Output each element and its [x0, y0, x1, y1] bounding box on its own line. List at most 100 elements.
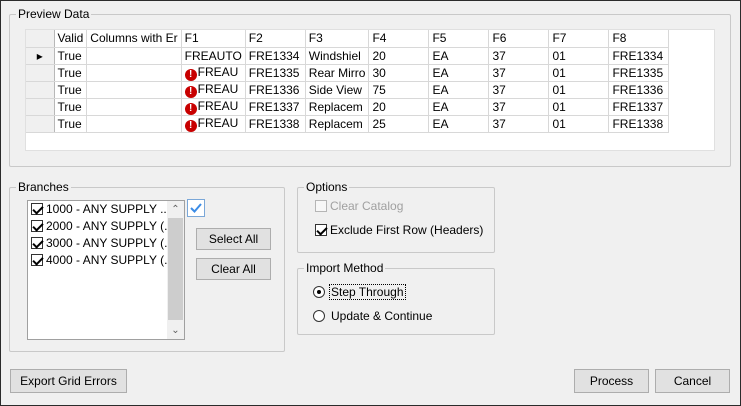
- step-through-radio[interactable]: Step Through: [313, 284, 406, 300]
- table-row[interactable]: True! FREAU FRE1335 Rear Mirro 30 EA 37 01 FRE13…: [26, 64, 670, 82]
- column-header-f3[interactable]: F3: [305, 30, 370, 48]
- table-row[interactable]: True! FREAU FRE1336 Side View 75 EA 37 01 FRE133…: [26, 81, 670, 99]
- cell-f2[interactable]: FRE1335: [245, 64, 306, 82]
- cell-f7[interactable]: 01: [548, 81, 610, 99]
- column-header-f1[interactable]: F1: [181, 30, 246, 48]
- column-header-f7[interactable]: F7: [548, 30, 610, 48]
- cell-f5[interactable]: EA: [428, 115, 490, 133]
- export-grid-errors-button[interactable]: Export Grid Errors: [10, 369, 127, 393]
- cell-f4[interactable]: 20: [368, 98, 430, 116]
- cell-errors[interactable]: [86, 81, 182, 99]
- exclude-first-row-box[interactable]: [315, 224, 327, 236]
- cell-f3[interactable]: Replacem: [305, 98, 370, 116]
- checkmark-icon[interactable]: [187, 199, 205, 217]
- cell-f7[interactable]: 01: [548, 64, 610, 82]
- cell-f5[interactable]: EA: [428, 47, 490, 65]
- cell-f8[interactable]: FRE1334: [608, 47, 670, 65]
- branches-scrollbar[interactable]: ⌃ ⌄: [167, 201, 184, 339]
- cell-f4[interactable]: 30: [368, 64, 430, 82]
- cell-f6[interactable]: 37: [488, 47, 550, 65]
- cell-f8[interactable]: FRE1336: [608, 81, 670, 99]
- cell-f7[interactable]: 01: [548, 47, 610, 65]
- column-header-f8[interactable]: F8: [608, 30, 670, 48]
- cell-f8[interactable]: FRE1338: [608, 115, 670, 133]
- update-continue-radio-dot[interactable]: [313, 310, 325, 322]
- cell-f1[interactable]: FREAUTO: [181, 47, 246, 65]
- cell-valid[interactable]: True: [54, 47, 88, 65]
- cell-f3[interactable]: Windshiel: [305, 47, 370, 65]
- current-row-indicator-icon[interactable]: ▸: [26, 47, 55, 65]
- cell-f8[interactable]: FRE1335: [608, 64, 670, 82]
- process-button[interactable]: Process: [574, 369, 649, 393]
- cell-f6[interactable]: 37: [488, 98, 550, 116]
- cell-valid[interactable]: True: [54, 64, 88, 82]
- cell-f8[interactable]: FRE1337: [608, 98, 670, 116]
- table-row[interactable]: True! FREAU FRE1338 Replacem 25 EA 37 01 FRE1338: [26, 115, 670, 133]
- column-header-f4[interactable]: F4: [368, 30, 430, 48]
- cell-f7[interactable]: 01: [548, 115, 610, 133]
- cell-f4[interactable]: 20: [368, 47, 430, 65]
- cell-f2[interactable]: FRE1336: [245, 81, 306, 99]
- update-continue-radio[interactable]: Update & Continue: [313, 309, 433, 323]
- branch-list-item[interactable]: 3000 - ANY SUPPLY (...: [28, 235, 168, 252]
- cell-f6[interactable]: 37: [488, 64, 550, 82]
- cell-errors[interactable]: [86, 64, 182, 82]
- cell-f1[interactable]: ! FREAU: [181, 98, 246, 116]
- scroll-thumb[interactable]: [168, 218, 183, 320]
- cell-f3[interactable]: Rear Mirro: [305, 64, 370, 82]
- cancel-button[interactable]: Cancel: [655, 369, 730, 393]
- step-through-radio-dot[interactable]: [313, 286, 325, 298]
- cell-f5[interactable]: EA: [428, 98, 490, 116]
- cell-f1[interactable]: ! FREAU: [181, 64, 246, 82]
- cell-f1[interactable]: ! FREAU: [181, 81, 246, 99]
- cell-f5[interactable]: EA: [428, 64, 490, 82]
- cell-f2[interactable]: FRE1337: [245, 98, 306, 116]
- cell-valid[interactable]: True: [54, 81, 88, 99]
- cell-f4[interactable]: 25: [368, 115, 430, 133]
- cell-f2[interactable]: FRE1338: [245, 115, 306, 133]
- column-header-errors[interactable]: Columns with Er: [86, 30, 182, 48]
- scroll-down-arrow-icon[interactable]: ⌄: [167, 322, 184, 339]
- clear-catalog-checkbox[interactable]: Clear Catalog: [315, 199, 403, 213]
- cell-valid[interactable]: True: [54, 98, 88, 116]
- cell-f6[interactable]: 37: [488, 81, 550, 99]
- cell-f6[interactable]: 37: [488, 115, 550, 133]
- branch-checkbox[interactable]: [31, 254, 43, 266]
- select-all-button[interactable]: Select All: [196, 228, 271, 250]
- cell-f1[interactable]: ! FREAU: [181, 115, 246, 133]
- cell-errors[interactable]: [86, 47, 182, 65]
- exclude-first-row-checkbox[interactable]: Exclude First Row (Headers): [315, 223, 483, 237]
- cell-f4[interactable]: 75: [368, 81, 430, 99]
- column-header-valid[interactable]: Valid: [54, 30, 88, 48]
- cell-f5[interactable]: EA: [428, 81, 490, 99]
- row-header-cell[interactable]: [26, 81, 55, 99]
- branch-list-item[interactable]: 1000 - ANY SUPPLY ...: [28, 201, 168, 218]
- table-row[interactable]: ▸ True FREAUTO FRE1334 Windshiel 20 EA 37 01 FRE1…: [26, 47, 670, 65]
- preview-grid[interactable]: Valid Columns with Er F1 F2 F3 F4 F5 F6 …: [25, 29, 715, 151]
- clear-catalog-box[interactable]: [315, 200, 327, 212]
- branch-list-item[interactable]: 2000 - ANY SUPPLY (...: [28, 218, 168, 235]
- table-row[interactable]: True! FREAU FRE1337 Replacem 20 EA 37 01 FRE1337: [26, 98, 670, 116]
- cell-errors[interactable]: [86, 98, 182, 116]
- cell-f2[interactable]: FRE1334: [245, 47, 306, 65]
- cell-f5-text: EA: [432, 82, 449, 97]
- branch-list-item[interactable]: 4000 - ANY SUPPLY (...: [28, 252, 168, 269]
- branch-checkbox[interactable]: [31, 220, 43, 232]
- clear-all-button[interactable]: Clear All: [196, 258, 271, 280]
- grid-corner-cell: [26, 30, 55, 48]
- cell-f7[interactable]: 01: [548, 98, 610, 116]
- column-header-f6[interactable]: F6: [488, 30, 550, 48]
- column-header-f5[interactable]: F5: [428, 30, 490, 48]
- row-header-cell[interactable]: [26, 115, 55, 133]
- branch-checkbox[interactable]: [31, 237, 43, 249]
- branch-checkbox[interactable]: [31, 203, 43, 215]
- cell-f3[interactable]: Replacem: [305, 115, 370, 133]
- cell-errors[interactable]: [86, 115, 182, 133]
- column-header-f2[interactable]: F2: [245, 30, 306, 48]
- scroll-up-arrow-icon[interactable]: ⌃: [167, 201, 184, 218]
- cell-valid[interactable]: True: [54, 115, 88, 133]
- row-header-cell[interactable]: [26, 64, 55, 82]
- branches-listbox[interactable]: 1000 - ANY SUPPLY ... 2000 - ANY SUPPLY (…: [27, 200, 185, 340]
- cell-f3[interactable]: Side View: [305, 81, 370, 99]
- row-header-cell[interactable]: [26, 98, 55, 116]
